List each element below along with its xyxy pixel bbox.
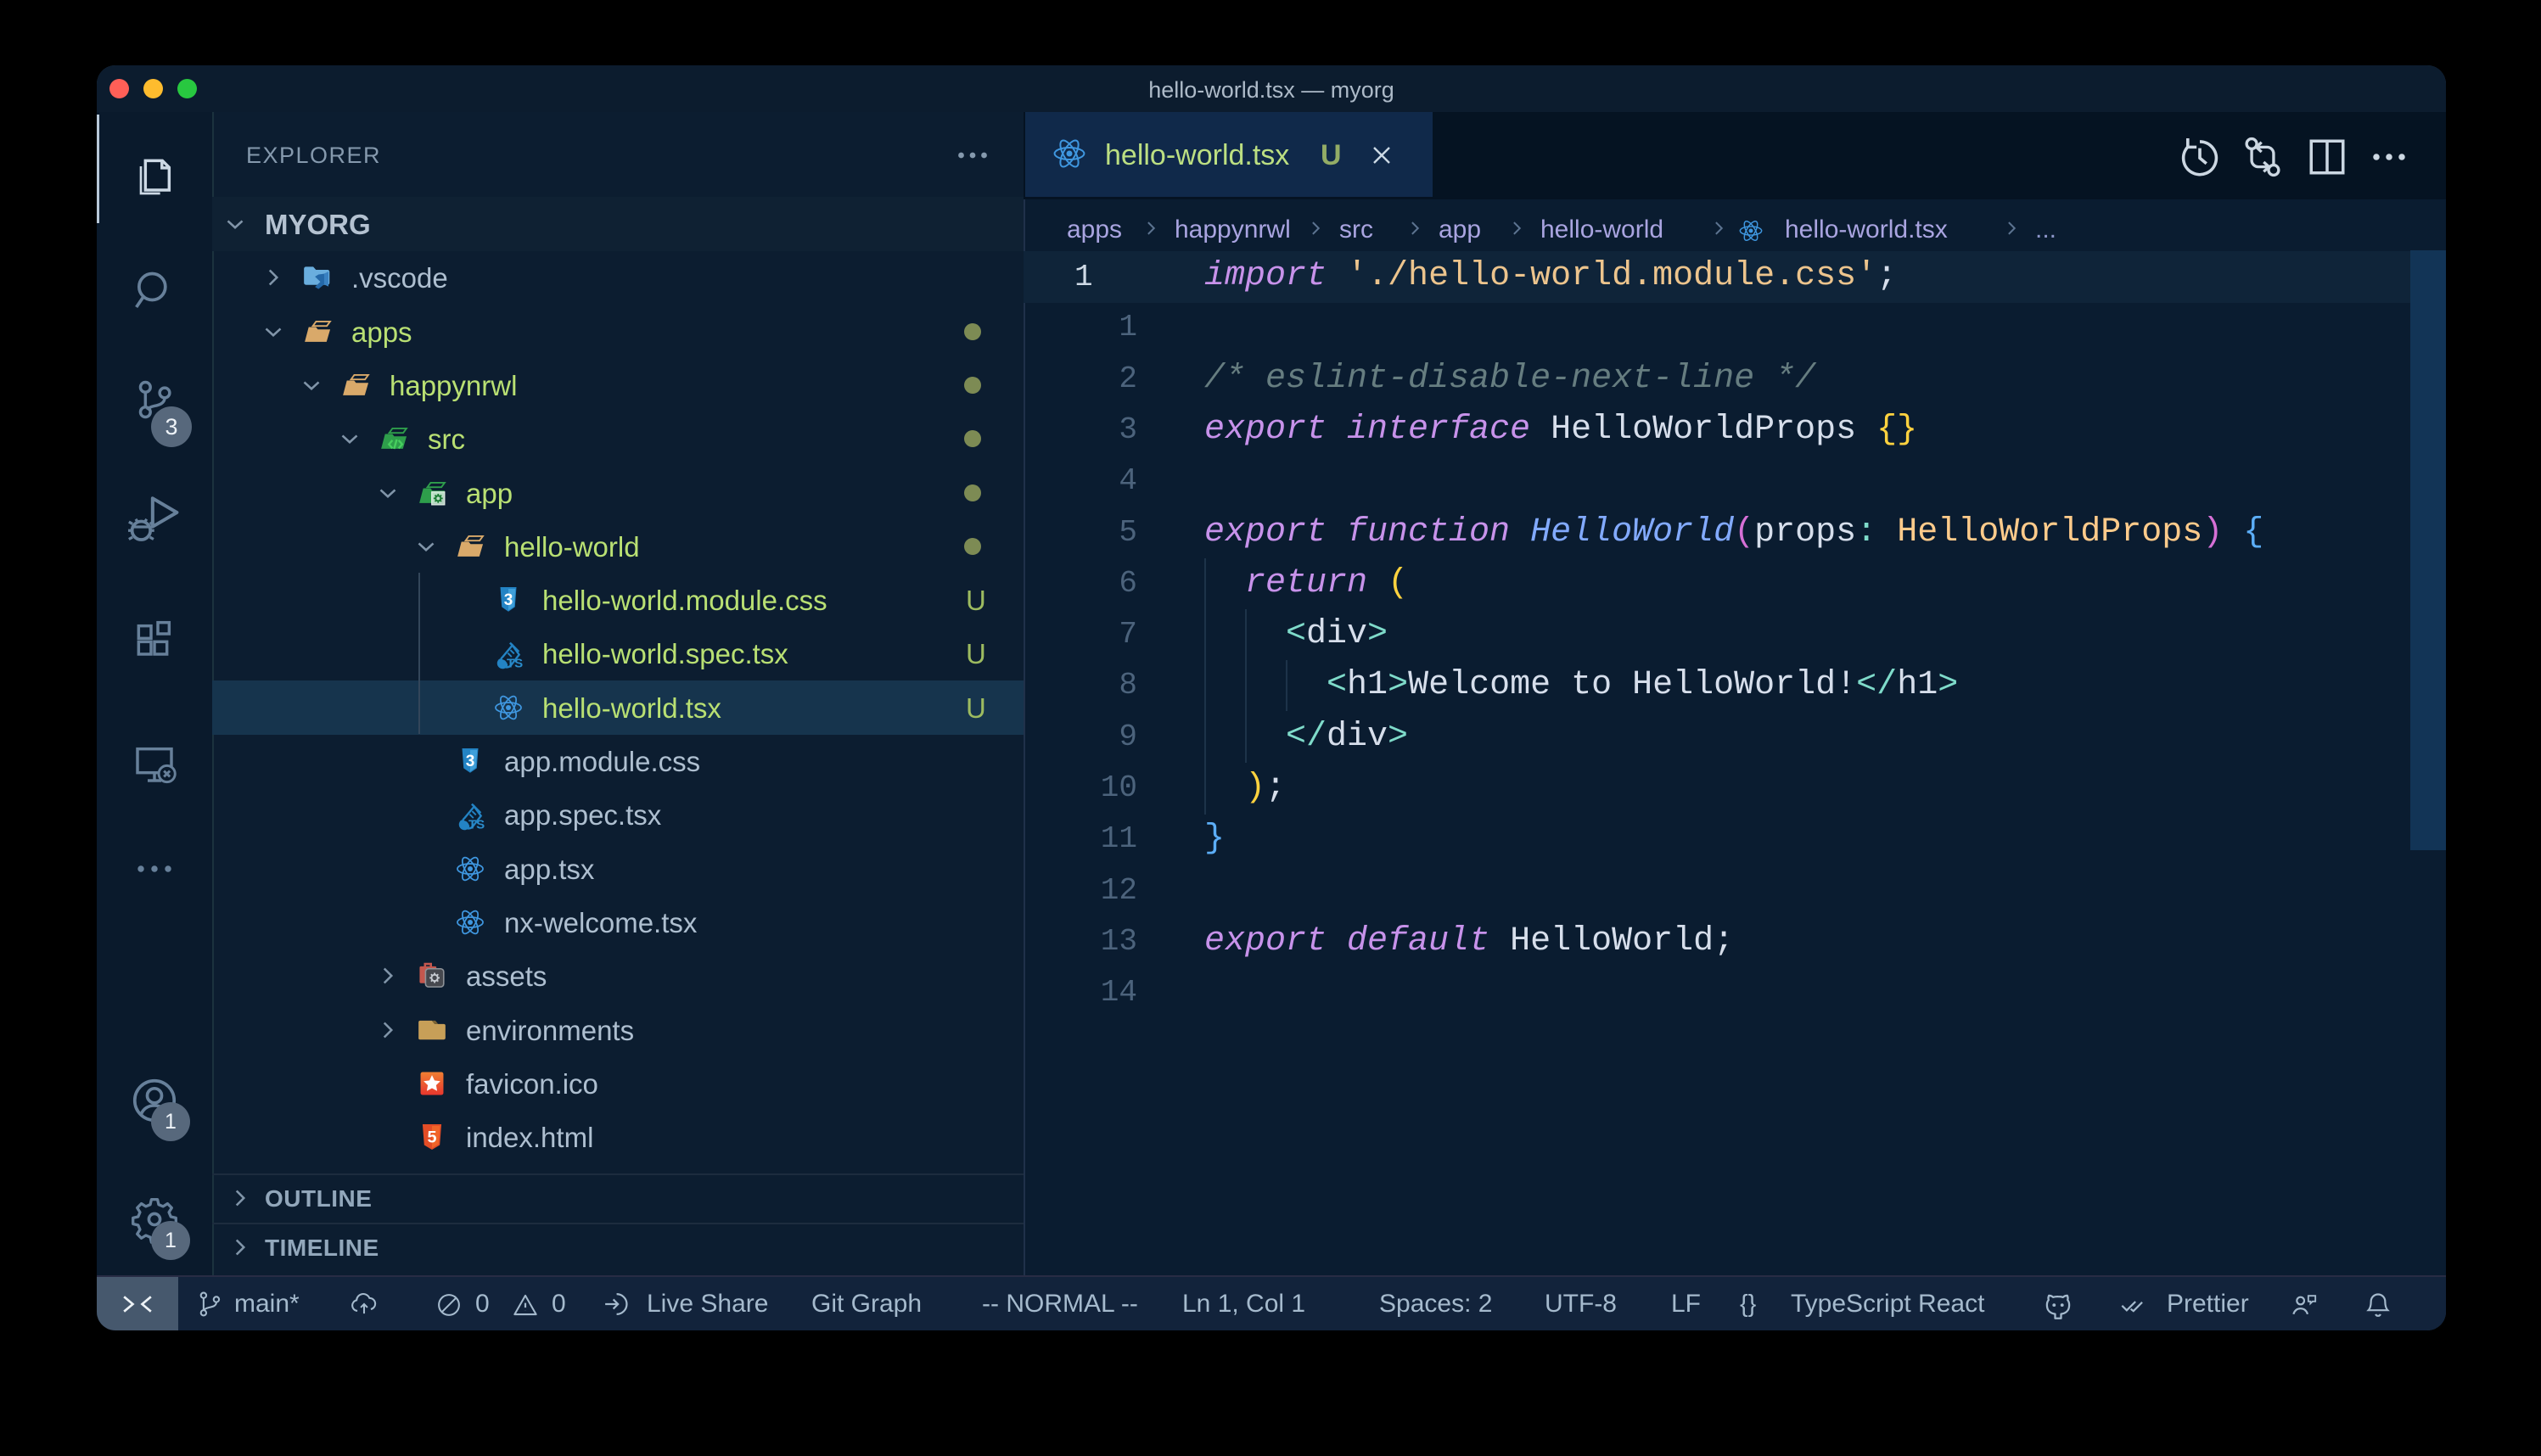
svg-text:5: 5 bbox=[427, 1128, 436, 1147]
svg-text:TS: TS bbox=[468, 818, 485, 831]
svg-text:3: 3 bbox=[504, 591, 513, 609]
svg-text:3: 3 bbox=[466, 753, 475, 770]
svg-text:TS: TS bbox=[507, 657, 523, 669]
